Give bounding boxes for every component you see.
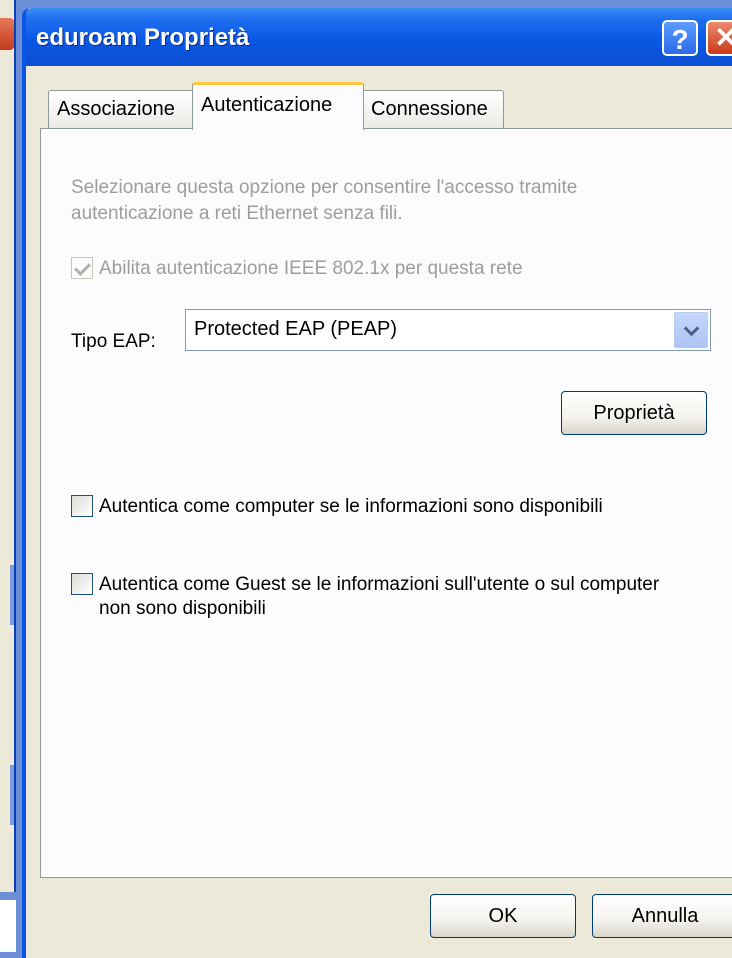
cancel-button[interactable]: Annulla	[592, 894, 732, 938]
tab-associazione[interactable]: Associazione	[48, 90, 194, 128]
background-window	[0, 0, 16, 892]
background-window-fragment	[0, 900, 16, 952]
enable-8021x-label: Abilita autenticazione IEEE 802.1x per q…	[99, 258, 523, 279]
description-text: Selezionare questa opzione per consentir…	[71, 177, 578, 224]
auth-computer-label: Autentica come computer se le informazio…	[99, 496, 603, 517]
auth-guest-label: Autentica come Guest se le informazioni …	[99, 574, 660, 619]
auth-guest-row: Autentica come Guest se le informazioni …	[71, 573, 671, 621]
help-button[interactable]: ?	[662, 20, 698, 56]
title-bar[interactable]: eduroam Proprietà ? ✕	[26, 8, 732, 66]
auth-computer-row: Autentica come computer se le informazio…	[71, 495, 603, 519]
tab-panel-autenticazione: Selezionare questa opzione per consentir…	[40, 128, 732, 878]
eap-type-select[interactable]: Protected EAP (PEAP)	[185, 309, 711, 351]
eap-properties-button[interactable]: Proprietà	[561, 391, 707, 435]
auth-guest-checkbox[interactable]	[71, 573, 93, 595]
properties-dialog: eduroam Proprietà ? ✕ Associazione Auten…	[22, 8, 732, 958]
ok-button[interactable]: OK	[430, 894, 576, 938]
background-window-edge	[10, 765, 14, 825]
background-window-edge	[10, 565, 14, 625]
eap-type-label: Tipo EAP:	[71, 331, 156, 352]
chevron-down-icon[interactable]	[674, 312, 708, 348]
tab-connessione[interactable]: Connessione	[362, 90, 504, 128]
enable-8021x-checkbox[interactable]	[71, 257, 93, 279]
tab-autenticazione[interactable]: Autenticazione	[192, 82, 364, 130]
enable-8021x-row: Abilita autenticazione IEEE 802.1x per q…	[71, 257, 523, 281]
auth-computer-checkbox[interactable]	[71, 495, 93, 517]
background-window-titlebar	[0, 18, 14, 50]
close-button[interactable]: ✕	[706, 20, 732, 56]
window-title: eduroam Proprietà	[36, 24, 250, 51]
eap-type-value: Protected EAP (PEAP)	[194, 318, 398, 340]
